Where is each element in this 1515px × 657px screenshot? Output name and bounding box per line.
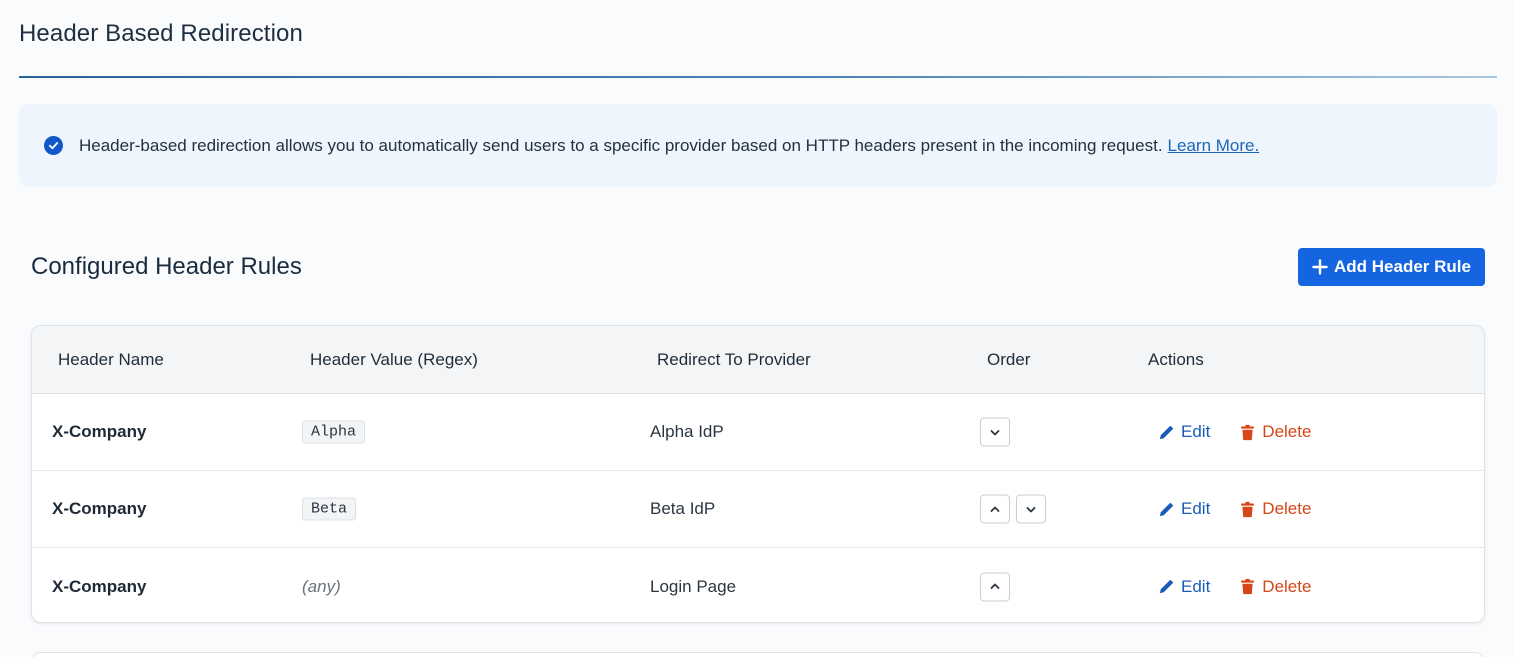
next-section-card — [31, 652, 1485, 657]
trash-icon — [1241, 578, 1255, 595]
add-header-rule-button[interactable]: Add Header Rule — [1298, 248, 1485, 286]
header-value-cell: (any) — [302, 577, 341, 597]
order-controls — [980, 494, 1046, 524]
column-redirect-provider: Redirect To Provider — [657, 350, 811, 369]
delete-label: Delete — [1262, 422, 1312, 441]
move-up-button[interactable] — [980, 572, 1010, 601]
header-name-cell: X-Company — [52, 499, 147, 518]
trash-icon — [1241, 424, 1255, 440]
order-controls — [980, 572, 1010, 601]
order-controls — [980, 417, 1010, 447]
page-title: Header Based Redirection — [19, 20, 303, 47]
header-value-any: (any) — [302, 576, 341, 596]
delete-label: Delete — [1262, 576, 1312, 596]
move-up-button[interactable] — [980, 494, 1010, 524]
edit-label: Edit — [1181, 576, 1211, 596]
page: Header Based Redirection Header-based re… — [0, 0, 1515, 657]
pencil-icon — [1159, 502, 1174, 516]
add-header-rule-label: Add Header Rule — [1334, 257, 1471, 276]
header-value-code: Alpha — [302, 420, 366, 444]
edit-button[interactable]: Edit — [1158, 422, 1210, 442]
chevron-up-icon — [990, 583, 1000, 589]
trash-icon — [1241, 501, 1255, 517]
learn-more-link[interactable]: Learn More. — [1168, 136, 1260, 155]
info-banner: Header-based redirection allows you to a… — [19, 104, 1497, 187]
provider-cell: Alpha IdP — [650, 422, 724, 441]
check-circle-icon — [44, 136, 63, 155]
info-text: Header-based redirection allows you to a… — [79, 136, 1259, 156]
row-actions: Edit Delete — [1158, 577, 1311, 597]
header-name-cell: X-Company — [52, 576, 147, 596]
header-value-code: Beta — [302, 497, 357, 521]
plus-icon — [1312, 259, 1328, 275]
row-actions: Edit Delete — [1158, 499, 1311, 519]
header-value-cell: Beta — [302, 497, 357, 521]
provider-cell: Beta IdP — [650, 499, 716, 518]
column-order: Order — [987, 350, 1031, 369]
pencil-icon — [1159, 579, 1174, 594]
header-rules-table: Header Name Header Value (Regex) Redirec… — [31, 325, 1485, 623]
chevron-down-icon — [990, 429, 1000, 435]
header-name-cell: X-Company — [52, 422, 147, 441]
delete-button[interactable]: Delete — [1240, 577, 1311, 597]
column-header-name: Header Name — [58, 350, 164, 369]
chevron-up-icon — [990, 506, 1000, 512]
column-header-value: Header Value (Regex) — [310, 350, 478, 369]
edit-button[interactable]: Edit — [1158, 577, 1210, 597]
table-row: X-Company (any) Login Page Edit Delete — [32, 548, 1484, 622]
section-title: Configured Header Rules — [31, 253, 302, 280]
title-divider — [19, 76, 1497, 78]
provider-cell: Login Page — [650, 576, 737, 596]
delete-button[interactable]: Delete — [1240, 422, 1311, 442]
chevron-down-icon — [1026, 506, 1036, 512]
edit-button[interactable]: Edit — [1158, 499, 1210, 519]
delete-button[interactable]: Delete — [1240, 499, 1311, 519]
info-description: Header-based redirection allows you to a… — [79, 135, 1163, 155]
table-row: X-Company Alpha Alpha IdP Edit Delete — [32, 394, 1484, 471]
table-row: X-Company Beta Beta IdP Edit Delete — [32, 471, 1484, 548]
row-actions: Edit Delete — [1158, 422, 1311, 442]
move-down-button[interactable] — [1016, 494, 1046, 524]
column-actions: Actions — [1148, 350, 1204, 369]
pencil-icon — [1159, 425, 1174, 439]
header-value-cell: Alpha — [302, 420, 366, 444]
edit-label: Edit — [1181, 499, 1211, 518]
table-header: Header Name Header Value (Regex) Redirec… — [32, 326, 1484, 394]
move-down-button[interactable] — [980, 417, 1010, 447]
delete-label: Delete — [1262, 499, 1312, 518]
edit-label: Edit — [1181, 422, 1211, 441]
